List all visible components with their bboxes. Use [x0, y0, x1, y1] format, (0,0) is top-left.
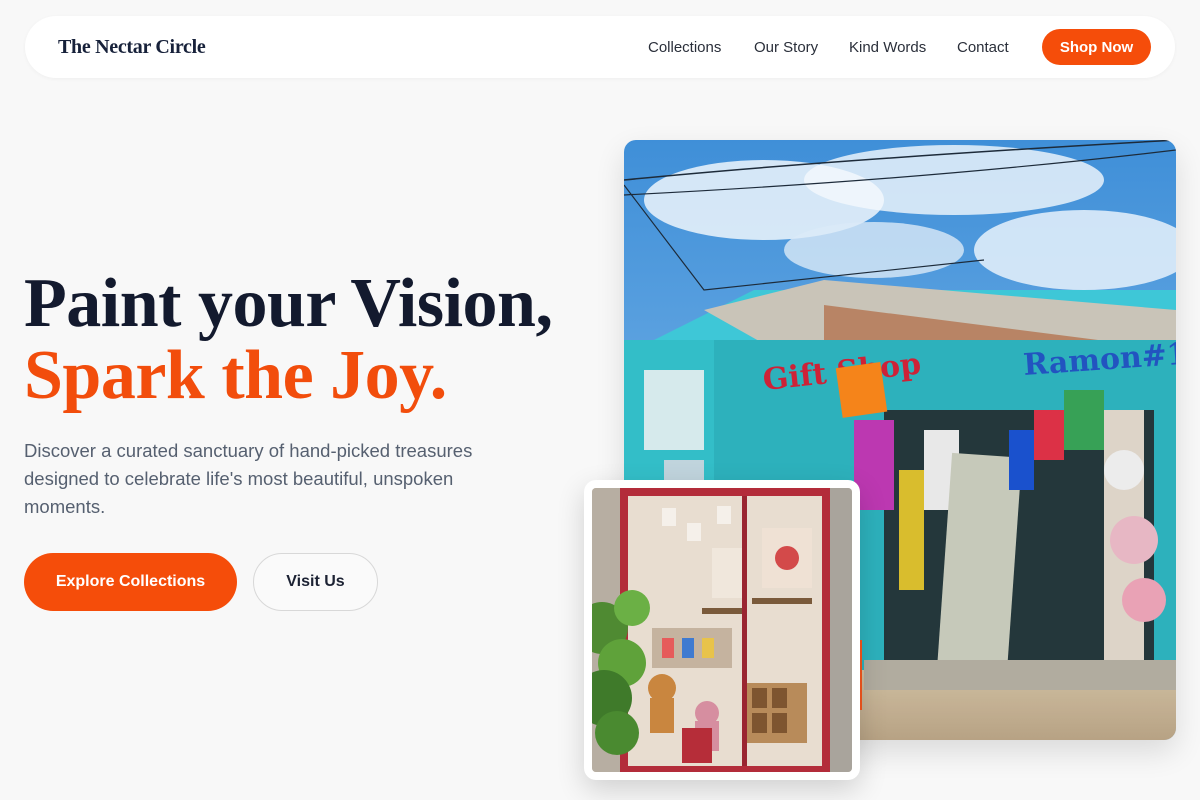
hero-description: Discover a curated sanctuary of hand-pic… — [24, 440, 473, 517]
explore-collections-button[interactable]: Explore Collections — [24, 553, 237, 611]
shop-window-image — [592, 488, 852, 772]
nav-link-contact[interactable]: Contact — [957, 39, 1009, 56]
visit-us-button[interactable]: Visit Us — [253, 553, 378, 611]
hero-secondary-photo-card — [584, 480, 860, 780]
nav-link-collections[interactable]: Collections — [648, 39, 721, 56]
hero-headline: Paint your Vision, Spark the Joy. — [24, 265, 553, 414]
brand-logo[interactable]: The Nectar Circle — [58, 36, 206, 59]
hero-headline-line2: Spark the Joy. — [24, 337, 447, 414]
nav-link-kind-words[interactable]: Kind Words — [849, 39, 926, 56]
shop-now-button[interactable]: Shop Now — [1042, 29, 1151, 65]
hero-headline-line1: Paint your Vision, — [24, 265, 553, 342]
nav-link-our-story[interactable]: Our Story — [754, 39, 818, 56]
top-navbar: The Nectar Circle Collections Our Story … — [25, 16, 1175, 78]
